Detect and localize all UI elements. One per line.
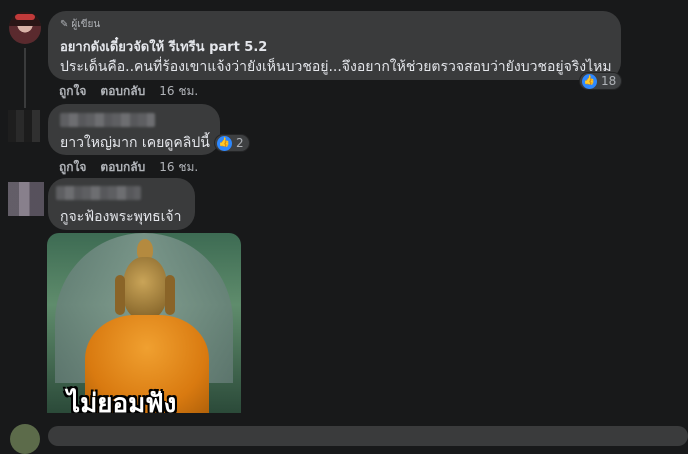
avatar[interactable] <box>8 182 44 216</box>
like-link[interactable]: ถูกใจ <box>59 82 86 101</box>
image-buddha-head <box>123 257 167 319</box>
author-badge-label: ผู้เขียน <box>71 19 101 30</box>
comment-author-name-blurred[interactable] <box>60 113 155 127</box>
thumbs-up-icon: 👍 <box>217 135 232 151</box>
comment-text: ประเด็นคือ..คนที่ร้องเขาแจ้งว่ายังเห็นบว… <box>60 59 612 75</box>
comment-timestamp[interactable]: 16 ชม. <box>159 158 198 177</box>
comment-image[interactable]: ไม่ยอมฟัง <box>47 233 241 413</box>
comment-author-name-blurred[interactable] <box>56 186 141 200</box>
image-buddha-ear <box>165 275 175 315</box>
reaction-count: 18 <box>601 74 617 88</box>
thread-line <box>24 48 26 108</box>
comment-actions: ถูกใจ ตอบกลับ 16 ชม. <box>59 82 198 101</box>
pencil-icon: ✎ <box>60 19 69 30</box>
like-link[interactable]: ถูกใจ <box>59 158 86 177</box>
comment-timestamp[interactable]: 16 ชม. <box>159 82 198 101</box>
comment-text: กูจะฟ้องพระพุทธเจ้า <box>60 209 182 225</box>
next-comment-bubble <box>48 426 688 446</box>
reaction-count-badge[interactable]: 👍 2 <box>214 134 250 152</box>
reply-link[interactable]: ตอบกลับ <box>100 158 145 177</box>
avatar[interactable] <box>10 424 40 454</box>
image-buddha-ear <box>115 275 125 315</box>
reply-link[interactable]: ตอบกลับ <box>100 82 145 101</box>
comment-author-name[interactable]: อยากดังเดี๋ยวจัดให้ รีเทรีน part 5.2 <box>60 36 267 57</box>
author-badge: ✎ ผู้เขียน <box>60 17 100 32</box>
comment-text: ยาวใหญ่มาก เคยดูคลิปนี้ <box>60 135 210 151</box>
thumbs-up-icon: 👍 <box>582 73 597 89</box>
image-caption: ไม่ยอมฟัง <box>67 389 177 413</box>
comment-actions: ถูกใจ ตอบกลับ 16 ชม. <box>59 158 198 177</box>
avatar[interactable] <box>8 110 40 142</box>
avatar[interactable] <box>9 12 41 44</box>
reaction-count-badge[interactable]: 👍 18 <box>579 72 623 90</box>
reaction-count: 2 <box>236 136 244 150</box>
